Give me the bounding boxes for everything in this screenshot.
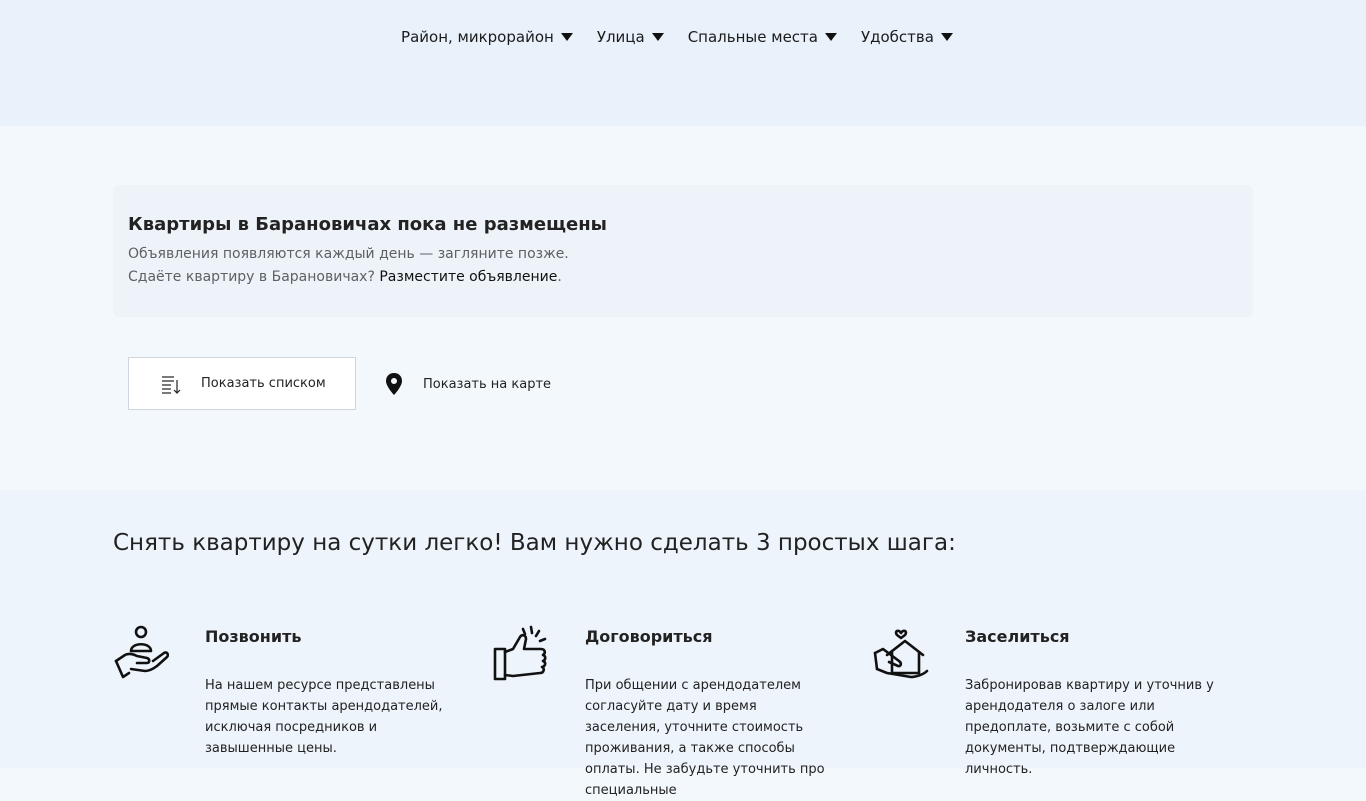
filter-beds[interactable]: Спальные места (688, 28, 837, 46)
steps-heading: Снять квартиру на сутки легко! Вам нужно… (113, 530, 956, 556)
show-map-label: Показать на карте (423, 376, 552, 392)
notice-line-2-prefix: Сдаёте квартиру в Барановичах? (128, 269, 380, 285)
filter-amenities-label: Удобства (860, 28, 934, 46)
step-title: Позвонить (205, 627, 302, 646)
filter-beds-label: Спальные места (687, 28, 818, 46)
filters: Район, микрорайон Улица Спальные места У… (0, 28, 1366, 46)
hand-house-icon (873, 629, 929, 679)
notice-line-2: Сдаёте квартиру в Барановичах? Разместит… (128, 269, 562, 285)
show-list-label: Показать списком (201, 376, 326, 391)
step-text: Забронировав квартиру и уточнив у арендо… (965, 678, 1214, 777)
caret-down-icon (940, 33, 953, 41)
caret-down-icon (560, 33, 573, 41)
filter-street[interactable]: Улица (597, 28, 664, 46)
hand-person-icon (114, 625, 169, 679)
steps-section: Снять квартиру на сутки легко! Вам нужно… (0, 490, 1366, 798)
map-pin-icon (386, 373, 402, 395)
step-text: На нашем ресурсе представлены прямые кон… (205, 678, 443, 756)
filter-bar: Район, микрорайон Улица Спальные места У… (0, 0, 1366, 126)
step-title: Договориться (585, 627, 713, 646)
empty-results-notice: Квартиры в Барановичах пока не размещены… (113, 185, 1253, 317)
caret-down-icon (651, 33, 664, 41)
show-list-button[interactable]: Показать списком (128, 357, 356, 410)
filter-district[interactable]: Район, микрорайон (401, 28, 573, 46)
list-sort-icon (162, 375, 181, 394)
caret-down-icon (824, 33, 837, 41)
show-map-button[interactable]: Показать на карте (385, 372, 551, 396)
filter-amenities[interactable]: Удобства (861, 28, 953, 46)
notice-line-1: Объявления появляются каждый день — загл… (128, 246, 569, 262)
filter-street-label: Улица (596, 28, 645, 46)
notice-title: Квартиры в Барановичах пока не размещены (128, 214, 607, 235)
step-text: При общении с арендодателем согласуйте д… (585, 678, 825, 798)
post-listing-link[interactable]: Разместите объявление (379, 269, 557, 285)
thumbs-up-icon (493, 625, 547, 681)
filter-district-label: Район, микрорайон (401, 28, 554, 46)
step-title: Заселиться (965, 627, 1070, 646)
notice-line-2-suffix: . (557, 269, 562, 285)
